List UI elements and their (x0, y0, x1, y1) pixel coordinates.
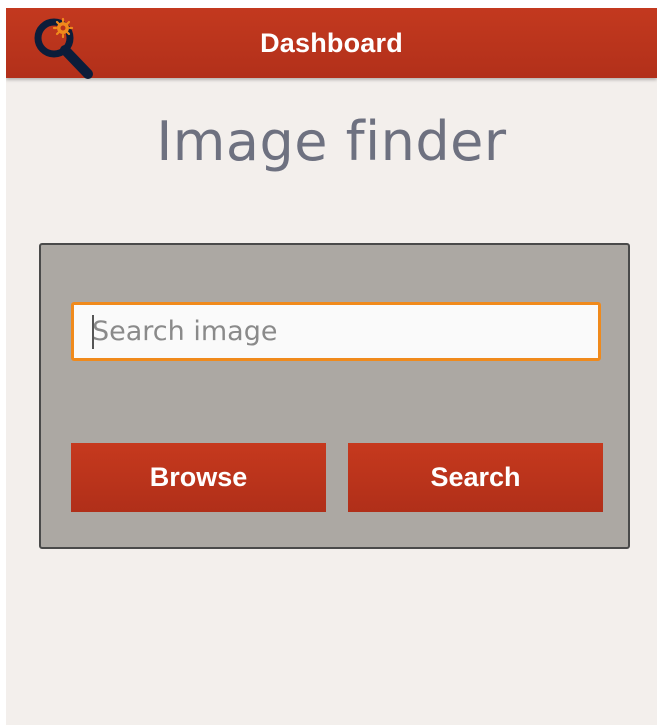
app-screen: Dashboard Image finder Browse Search (6, 8, 657, 725)
search-input[interactable] (71, 302, 601, 361)
text-cursor (92, 315, 94, 349)
app-bar: Dashboard (6, 8, 657, 79)
browse-button[interactable]: Browse (71, 443, 326, 512)
page-title: Image finder (156, 110, 507, 173)
search-button[interactable]: Search (348, 443, 603, 512)
search-panel: Browse Search (39, 243, 630, 549)
app-bar-title: Dashboard (260, 28, 403, 58)
